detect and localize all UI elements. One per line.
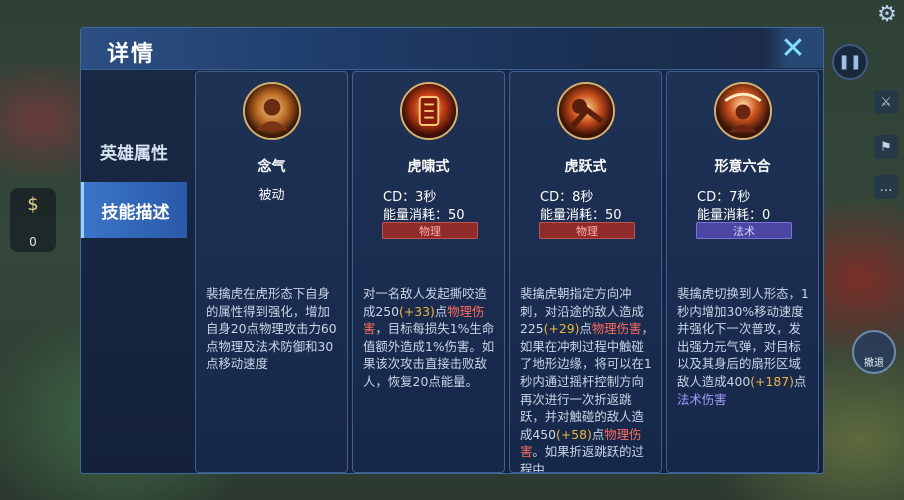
desc-segment: (+29): [543, 321, 580, 337]
skill-name: 虎跃式: [564, 159, 607, 175]
skill-xingyiliuhe-icon: [713, 82, 772, 140]
skill-name: 虎啸式: [407, 159, 450, 175]
pause-button[interactable]: ❚❚: [832, 44, 868, 80]
flag-icon[interactable]: ⚑: [874, 135, 898, 159]
desc-segment: ，目标每损失1%生命值额外造成1%伤害。如果该次攻击直接击败敌人，恢复20点能量…: [363, 321, 495, 389]
retreat-button[interactable]: 撤退: [852, 330, 896, 374]
skill-description: 裴擒虎朝指定方向冲刺，对沿途的敌人造成225(+29)点物理伤害，如果在冲刺过程…: [520, 285, 655, 473]
desc-segment: (+187): [750, 373, 794, 389]
tab-list: 英雄属性 技能描述: [81, 123, 187, 241]
shop-icon[interactable]: ⚔: [874, 90, 898, 114]
desc-segment: ，如果在冲刺过程中触碰了地形边缘，将可以在1秒内通过摇杆控制方向再次进行一次折返…: [520, 321, 654, 442]
skill-cooldown: CD：7秒: [697, 190, 751, 205]
desc-segment: 点: [793, 373, 807, 389]
skill-description: 裴擒虎在虎形态下自身的属性得到强化，增加自身20点物理攻击力60点物理及法术防御…: [206, 285, 341, 373]
damage-type-badge: 物理: [382, 222, 478, 239]
skill-cards: 念气 被动 裴擒虎在虎形态下自身的属性得到强化，增加自身20点物理攻击力60点物…: [195, 71, 821, 473]
close-x-icon: ✕: [780, 30, 806, 66]
close-button[interactable]: ✕: [763, 28, 823, 68]
damage-type-badge: 物理: [539, 222, 635, 239]
skill-energy-cost: 能量消耗：50: [383, 208, 465, 223]
tab-hero-attributes[interactable]: 英雄属性: [81, 123, 187, 179]
desc-segment: 裴擒虎在虎形态下自身的属性得到强化，增加自身20点物理攻击力60点物理及法术防御…: [206, 286, 337, 372]
skill-passive-label: 被动: [258, 188, 285, 203]
settings-gear-icon[interactable]: ⚙: [874, 2, 900, 28]
skill-cooldown: CD：8秒: [540, 190, 594, 205]
desc-segment: 点: [591, 426, 605, 442]
panel-title: 详情: [107, 42, 156, 67]
skill-name: 念气: [257, 159, 286, 175]
desc-segment: 物理伤害: [591, 321, 642, 337]
skill-huxiaoshi-icon: [399, 82, 458, 140]
details-panel: 详情 ✕ 英雄属性 技能描述 念气 被动 裴擒虎在虎形态下自身的属性得到强化，增…: [80, 27, 824, 474]
desc-segment: 法术伤害: [677, 391, 727, 407]
skill-card: 念气 被动 裴擒虎在虎形态下自身的属性得到强化，增加自身20点物理攻击力60点物…: [195, 71, 348, 473]
desc-segment: (+33): [399, 303, 435, 319]
gold-amount: 0: [29, 235, 37, 249]
title-bar: 详情 ✕: [81, 28, 823, 70]
skill-card: 形意六合 CD：7秒 能量消耗：0 法术 裴擒虎切换到人形态，1秒内增加30%移…: [666, 71, 819, 473]
desc-segment: 点: [579, 321, 592, 337]
desc-segment: (+58): [556, 426, 592, 442]
skill-card: 虎啸式 CD：3秒 能量消耗：50 物理 对一名敌人发起撕咬造成250(+33)…: [352, 71, 505, 473]
chat-icon[interactable]: …: [874, 175, 898, 199]
skill-description: 对一名敌人发起撕咬造成250(+33)点物理伤害，目标每损失1%生命值额外造成1…: [363, 285, 498, 391]
skill-energy-cost: 能量消耗：50: [540, 208, 622, 223]
skill-energy-cost: 能量消耗：0: [697, 208, 771, 223]
skill-name: 形意六合: [714, 159, 771, 175]
desc-segment: 点: [434, 303, 448, 319]
skill-cooldown: CD：3秒: [383, 190, 437, 205]
skill-card: 虎跃式 CD：8秒 能量消耗：50 物理 裴擒虎朝指定方向冲刺，对沿途的敌人造成…: [509, 71, 662, 473]
pause-icon: ❚❚: [838, 54, 862, 70]
retreat-label: 撤退: [864, 358, 884, 369]
desc-segment: 。如果折返跳跃的过程中: [520, 444, 644, 473]
skill-description: 裴擒虎切换到人形态，1秒内增加30%移动速度并强化下一次普攻，发出强力元气弹，对…: [677, 285, 812, 408]
skill-nianqi-icon: [242, 82, 301, 140]
gold-counter[interactable]: $ 0: [10, 188, 56, 252]
damage-type-badge: 法术: [696, 222, 792, 239]
money-bag-icon: $: [27, 194, 39, 215]
tab-skill-description[interactable]: 技能描述: [81, 182, 187, 238]
skill-huyueshi-icon: [556, 82, 615, 140]
